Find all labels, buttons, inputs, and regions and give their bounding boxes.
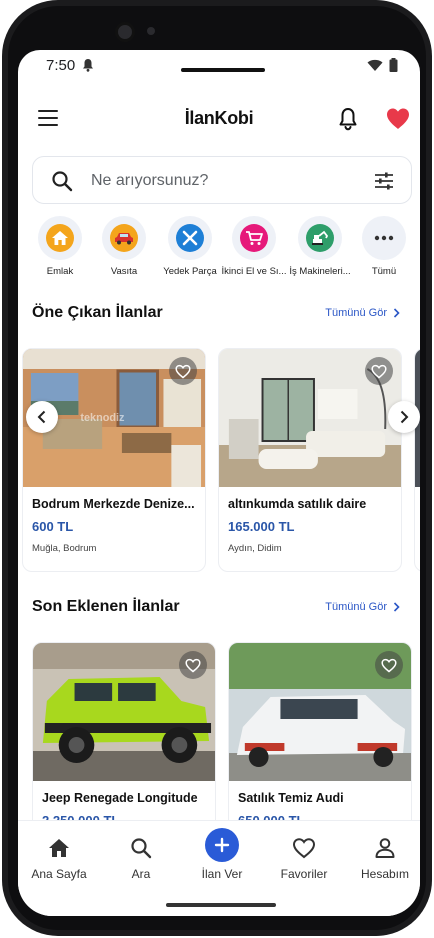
speaker-notch (181, 68, 265, 72)
heart-outline-icon (381, 658, 397, 672)
house-icon (46, 224, 74, 252)
favorite-toggle[interactable] (169, 357, 197, 385)
featured-section-title: Öne Çıkan İlanlar (32, 304, 163, 321)
recent-see-all-link[interactable]: Tümünü Gör (325, 601, 400, 613)
tools-icon (176, 224, 204, 252)
category-label: İkinci El ve Sı... (221, 266, 287, 277)
featured-listing-card[interactable]: 7 8 B (414, 348, 420, 572)
listing-title: Jeep Renegade Longitude (42, 791, 198, 805)
listing-location: Muğla, Bodrum (32, 543, 97, 554)
category-icon-bg (362, 216, 406, 260)
battery-icon (389, 58, 398, 72)
notifications-bell-icon[interactable] (336, 106, 360, 132)
more-icon (374, 235, 394, 241)
heart-outline-icon (175, 364, 191, 378)
camera-icon (115, 22, 135, 42)
gesture-home-bar[interactable] (166, 903, 276, 907)
home-icon (49, 839, 69, 857)
listing-title: Bodrum Merkezde Denize... (32, 497, 195, 511)
favorites-heart-icon[interactable] (385, 106, 411, 132)
nav-favorites-label: Favoriler (280, 867, 328, 881)
category-vasita[interactable]: Vasıta (86, 216, 162, 277)
nav-home[interactable]: Ana Sayfa (24, 835, 94, 881)
favorite-toggle[interactable] (375, 651, 403, 679)
filter-sliders-icon[interactable] (373, 170, 395, 192)
nav-account[interactable]: Hesabım (350, 835, 420, 881)
phone-frame: 7:50 İlanKobi Ne arıyorsunuz? Emlak Vası… (2, 0, 432, 936)
category-tumu[interactable]: Tümü (346, 216, 420, 277)
listing-price: 165.000 TL (228, 519, 295, 534)
category-icon-bg (298, 216, 342, 260)
car-icon (110, 224, 138, 252)
plus-icon (214, 837, 230, 853)
listing-location: Aydın, Didim (228, 543, 282, 554)
user-icon (375, 838, 395, 858)
listing-title: Satılık Temiz Audi (238, 791, 344, 805)
featured-listing-card[interactable]: altınkumda satılık daire 165.000 TL Aydı… (218, 348, 402, 572)
app-header: İlanKobi (18, 98, 420, 142)
heart-outline-icon (185, 658, 201, 672)
nav-search-label: Ara (131, 867, 151, 881)
category-icon-bg (168, 216, 212, 260)
watermark-text: teknodiz (80, 412, 125, 424)
nav-home-label: Ana Sayfa (31, 867, 87, 881)
chevron-right-icon (393, 308, 400, 318)
nav-favorites[interactable]: Favoriler (269, 835, 339, 881)
sensor-icon (147, 27, 155, 35)
chevron-right-icon (400, 410, 409, 424)
listing-title: altınkumda satılık daire (228, 497, 367, 511)
status-icons (367, 58, 398, 72)
chevron-right-icon (393, 602, 400, 612)
nav-account-label: Hesabım (360, 867, 410, 881)
favorite-toggle[interactable] (179, 651, 207, 679)
nav-post-listing[interactable]: İlan Ver (187, 828, 257, 881)
app-screen: 7:50 İlanKobi Ne arıyorsunuz? Emlak Vası… (18, 50, 420, 916)
excavator-icon (306, 224, 334, 252)
see-all-label: Tümünü Gör (325, 307, 387, 319)
category-icon-bg (232, 216, 276, 260)
wifi-icon (367, 59, 383, 71)
carousel-prev-button[interactable] (26, 401, 58, 433)
recent-section-title: Son Eklenen İlanlar (32, 598, 180, 615)
nav-search[interactable]: Ara (106, 835, 176, 881)
featured-see-all-link[interactable]: Tümünü Gör (325, 307, 400, 319)
category-icon-bg (38, 216, 82, 260)
search-icon (52, 171, 73, 192)
notification-bell-icon (83, 59, 93, 72)
search-icon (131, 838, 152, 859)
add-listing-button[interactable] (205, 828, 239, 862)
category-label: Vasıta (110, 266, 138, 277)
bottom-navigation: Ana Sayfa Ara İlan Ver Favoriler Hesabım (18, 820, 420, 916)
category-icon-bg (102, 216, 146, 260)
featured-listing-card[interactable]: teknodiz Bodrum Merkezde Denize... 600 T… (22, 348, 206, 572)
heart-outline-icon (292, 838, 316, 859)
favorite-toggle[interactable] (365, 357, 393, 385)
carousel-next-button[interactable] (388, 401, 420, 433)
cart-icon (240, 224, 268, 252)
nav-post-label: İlan Ver (201, 867, 243, 881)
category-row: Emlak Vasıta Yedek Parça İkinci El ve Sı… (18, 216, 420, 286)
chevron-left-icon (37, 410, 46, 424)
listing-price: 600 TL (32, 519, 74, 534)
search-bar[interactable] (32, 156, 412, 204)
status-time: 7:50 (46, 57, 76, 74)
search-input[interactable] (91, 167, 351, 195)
category-label: Tümü (371, 266, 397, 277)
status-bar: 7:50 (18, 50, 420, 80)
category-ikinci-el[interactable]: İkinci El ve Sı... (216, 216, 292, 277)
heart-outline-icon (371, 364, 387, 378)
see-all-label: Tümünü Gör (325, 601, 387, 613)
